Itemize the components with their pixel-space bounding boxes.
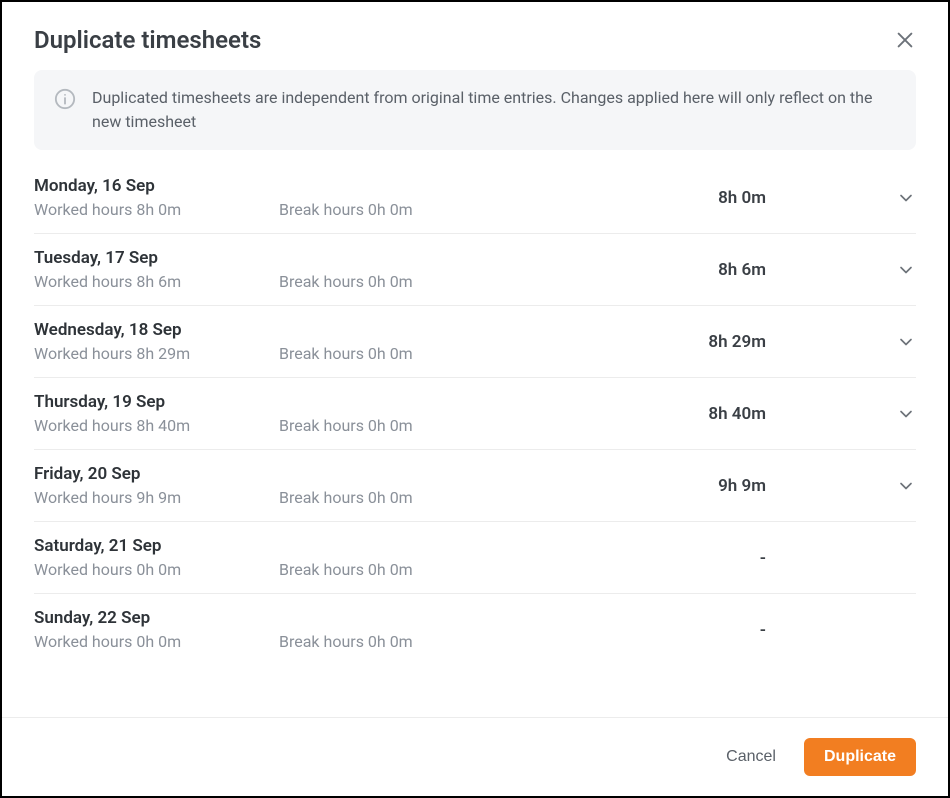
modal-header: Duplicate timesheets [2,2,948,70]
modal-footer: Cancel Duplicate [2,717,948,796]
break-hours-label: Break hours 0h 0m [279,416,519,435]
total-hours: 8h 0m [519,188,766,208]
chevron-down-icon [896,404,916,424]
chevron-down-icon [896,188,916,208]
break-hours-label: Break hours 0h 0m [279,200,519,219]
duplicate-button[interactable]: Duplicate [804,738,916,776]
worked-hours-label: Worked hours 8h 0m [34,200,279,219]
close-icon [894,29,916,51]
day-row[interactable]: Thursday, 19 Sep Worked hours 8h 40mBreak… [34,378,916,450]
total-hours: - [519,620,766,640]
worked-hours-label: Worked hours 8h 40m [34,416,279,435]
expand-toggle[interactable] [886,476,916,496]
cancel-button[interactable]: Cancel [708,738,794,776]
total-hours: - [519,548,766,568]
total-hours: 9h 9m [519,476,766,496]
expand-toggle[interactable] [886,260,916,280]
close-button[interactable] [894,29,916,51]
day-date: Sunday, 22 Sep [34,608,279,628]
chevron-down-icon [896,476,916,496]
day-date: Monday, 16 Sep [34,176,279,196]
break-hours-label: Break hours 0h 0m [279,632,519,651]
info-icon [54,88,76,114]
day-row[interactable]: Tuesday, 17 Sep Worked hours 8h 6mBreak h… [34,234,916,306]
expand-toggle[interactable] [886,332,916,352]
break-hours-label: Break hours 0h 0m [279,272,519,291]
day-row[interactable]: Wednesday, 18 Sep Worked hours 8h 29mBrea… [34,306,916,378]
chevron-down-icon [896,332,916,352]
break-hours-label: Break hours 0h 0m [279,488,519,507]
total-hours: 8h 29m [519,332,766,352]
modal-title: Duplicate timesheets [34,26,261,54]
day-row: Saturday, 21 Sep Worked hours 0h 0mBreak … [34,522,916,594]
day-date: Tuesday, 17 Sep [34,248,279,268]
worked-hours-label: Worked hours 8h 29m [34,344,279,363]
expand-toggle[interactable] [886,188,916,208]
break-hours-label: Break hours 0h 0m [279,560,519,579]
day-row[interactable]: Friday, 20 Sep Worked hours 9h 9mBreak ho… [34,450,916,522]
total-hours: 8h 6m [519,260,766,280]
worked-hours-label: Worked hours 0h 0m [34,632,279,651]
worked-hours-label: Worked hours 0h 0m [34,560,279,579]
day-list: Monday, 16 SepWorked hours 8h 0mBreak ho… [2,162,948,665]
day-date: Thursday, 19 Sep [34,392,279,412]
day-row: Sunday, 22 Sep Worked hours 0h 0mBreak ho… [34,594,916,665]
day-row[interactable]: Monday, 16 Sep Worked hours 8h 0mBreak ho… [34,162,916,234]
day-date: Saturday, 21 Sep [34,536,279,556]
worked-hours-label: Worked hours 8h 6m [34,272,279,291]
info-banner: Duplicated timesheets are independent fr… [34,70,916,150]
info-text: Duplicated timesheets are independent fr… [92,86,896,134]
break-hours-label: Break hours 0h 0m [279,344,519,363]
expand-toggle[interactable] [886,404,916,424]
total-hours: 8h 40m [519,404,766,424]
day-date: Friday, 20 Sep [34,464,279,484]
day-date: Wednesday, 18 Sep [34,320,279,340]
chevron-down-icon [896,260,916,280]
worked-hours-label: Worked hours 9h 9m [34,488,279,507]
